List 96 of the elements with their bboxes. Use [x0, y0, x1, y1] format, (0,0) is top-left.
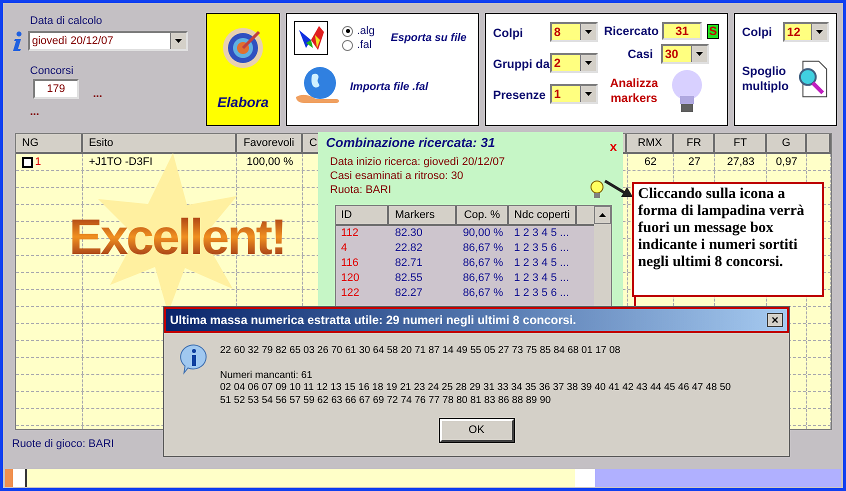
import-link[interactable]: Importa file .fal: [350, 78, 428, 96]
grid-cell-text: 86,67 %: [462, 241, 504, 256]
target-icon: [221, 26, 265, 70]
column-header: Cop. %: [457, 206, 509, 226]
dropdown-arrow-icon[interactable]: [585, 92, 592, 96]
elabora-button[interactable]: Elabora: [206, 13, 280, 126]
radio-label: .fal: [357, 38, 372, 52]
light-bulb-icon[interactable]: [670, 68, 704, 114]
field-label: Gruppi da: [493, 56, 550, 73]
dropdown-arrow-icon[interactable]: [585, 61, 592, 65]
grid-cell-text: 4: [340, 241, 348, 256]
column-header: FR: [685, 136, 702, 151]
dropdown-field[interactable]: 1: [550, 84, 598, 104]
status-text: Ruote di gioco: BARI: [12, 437, 114, 452]
column-header: Esito: [88, 136, 114, 151]
row-checkbox[interactable]: [22, 156, 33, 168]
more-link[interactable]: ...: [30, 107, 40, 117]
missing-numbers: 02 04 06 07 09 10 11 12 13 15 16 18 19 21 23 24 25 28 29 31 33 34 35 36 37 38 39 40 41 42 43 44 45 46 47 48 50: [220, 382, 731, 394]
field-label: Presenze: [493, 87, 547, 104]
dropdown-field[interactable]: 8: [550, 22, 598, 42]
grid-cell-text: 1 2 3 4 5 ...: [513, 271, 570, 286]
missing-numbers: 51 52 53 54 56 57 59 62 63 66 67 69 72 74 76 77 78 80 81 83 86 88 89 90: [220, 394, 552, 407]
column-header: C: [308, 136, 318, 151]
table-cell-text: 27,83: [726, 154, 756, 170]
column-header: RMX: [636, 136, 664, 151]
table-cell-text: 1: [35, 154, 42, 170]
field-label: Colpi: [742, 24, 773, 41]
dialog-title: Ultima massa numerica estratta utile: 29 numeri negli ultimi 8 concorsi.: [170, 312, 576, 329]
more-link[interactable]: ...: [93, 89, 102, 99]
grid-cell-text: 1 2 3 4 5 ...: [513, 256, 570, 271]
grid-cell-text: 90,00 %: [462, 226, 504, 241]
grid-cell-text: 82.71: [394, 256, 424, 271]
field-label: Data di calcolo: [30, 14, 104, 29]
dropdown-arrow-icon[interactable]: [175, 38, 182, 42]
table-cell-text: 100,00 %: [246, 154, 294, 170]
radio-button[interactable]: [342, 26, 353, 36]
dropdown-field[interactable]: 2: [550, 53, 598, 73]
drawn-numbers: 22 60 32 79 82 65 03 26 70 61 30 64 58 20 71 87 14 49 55 05 27 73 75 85 84 68 01 17 08: [220, 345, 622, 358]
radio-button[interactable]: [342, 40, 353, 50]
radio-label: .alg: [357, 24, 375, 38]
scrollbar[interactable]: [594, 206, 611, 309]
grid-cell-text: 86,67 %: [462, 286, 504, 301]
field-label: Colpi: [493, 25, 524, 42]
ricercato-field[interactable]: 31: [662, 22, 702, 40]
column-header: Ndc coperti: [509, 206, 577, 226]
grid-cell-text: 86,67 %: [462, 256, 504, 271]
field-label: Casi: [626, 46, 654, 63]
grid-cell-text: 86,67 %: [462, 271, 504, 286]
grid-cell-text: 1 2 3 5 6 ...: [513, 241, 570, 256]
panel-title: Combinazione ricercata: 31: [326, 134, 496, 152]
close-button[interactable]: ×: [767, 313, 783, 327]
table-cell-text: +J1TO -D3FI: [88, 154, 153, 170]
dropdown-arrow-icon[interactable]: [816, 30, 823, 34]
column-header: ID: [336, 206, 389, 226]
date-dropdown[interactable]: giovedì 20/12/07: [28, 30, 188, 50]
column-header: Markers: [389, 206, 457, 226]
dropdown-arrow-icon[interactable]: [585, 30, 592, 34]
analyze-label[interactable]: Analizza markers: [604, 76, 664, 106]
field-label: Ricercato: [604, 23, 660, 40]
dropdown-field[interactable]: 30: [661, 44, 709, 64]
info-line: Ruota: BARI: [330, 183, 392, 197]
concorsi-field[interactable]: 179: [33, 79, 79, 99]
missing-label: Numeri mancanti: 61: [220, 370, 312, 382]
grid-cell-text: 22.82: [394, 241, 424, 256]
callout-text: Cliccando sulla icona a forma di lampadina verrà fuori un message box indicante i numeri sortiti negli ultimi 8 concorsi.: [638, 186, 806, 271]
table-cell-text: 62: [643, 154, 658, 170]
info-line: Casi esaminati a ritroso: 30: [330, 169, 464, 183]
export-link[interactable]: Esporta su file: [390, 30, 467, 46]
info-icon: [10, 30, 24, 50]
close-button[interactable]: x: [610, 140, 617, 153]
light-bulb-icon[interactable]: [590, 180, 604, 200]
grid-cell-text: 116: [340, 256, 360, 271]
dropdown-arrow-icon[interactable]: [696, 52, 703, 56]
table-cell-text: 27: [687, 154, 702, 170]
grid-cell-text: 112: [340, 226, 360, 241]
table-cell-text: 0,97: [774, 154, 798, 170]
ok-button[interactable]: OK: [440, 419, 514, 442]
grid-cell-text: 120: [340, 271, 360, 286]
grid-cell-text: 1 2 3 5 6 ...: [513, 286, 570, 301]
info-line: Data inizio ricerca: giovedì 20/12/07: [330, 155, 505, 169]
grid-cell-text: 1 2 3 4 5 ...: [513, 226, 570, 241]
column-header: Favorevoli: [242, 136, 294, 151]
column-header: G: [780, 136, 792, 151]
grid-cell-text: 82.55: [394, 271, 424, 286]
scroll-up-icon[interactable]: [599, 213, 606, 217]
butterfly-icon: [294, 21, 328, 55]
field-label: Concorsi: [30, 64, 74, 78]
dropdown-field[interactable]: 12: [783, 22, 829, 42]
grid-cell-text: 82.30: [394, 226, 424, 241]
column-header: NG: [21, 136, 38, 151]
grid-cell-text: 122: [340, 286, 360, 301]
pointer-arrow: [603, 177, 633, 199]
column-header: FT: [732, 136, 748, 151]
spoglio-label[interactable]: Spoglio multiplo: [742, 64, 796, 94]
grid-cell-text: 82.27: [394, 286, 424, 301]
status-badge: S: [707, 24, 720, 38]
